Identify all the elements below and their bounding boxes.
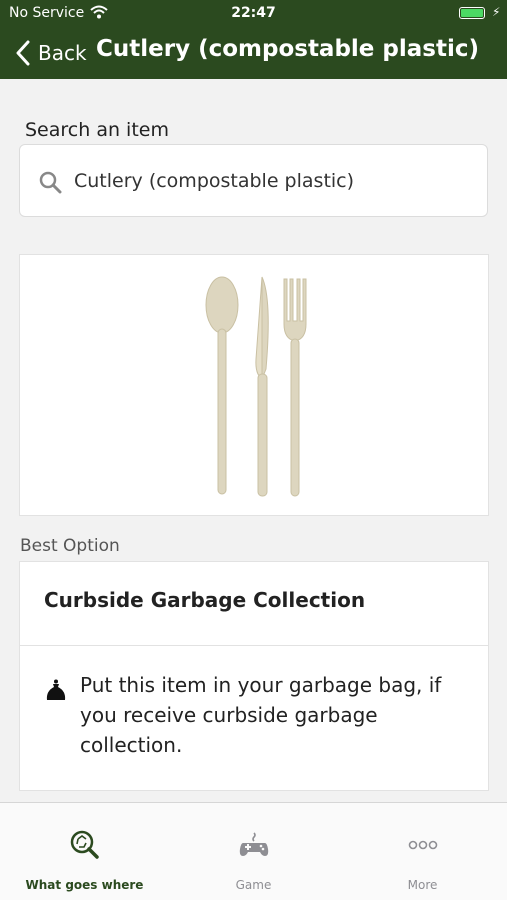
navigation-bar: Back Cutlery (compostable plastic) bbox=[0, 30, 507, 74]
search-input[interactable] bbox=[74, 163, 474, 199]
battery-icon bbox=[459, 7, 485, 19]
tab-bar: What goes where Game More bbox=[0, 802, 507, 900]
divider bbox=[20, 645, 488, 646]
option-title: Curbside Garbage Collection bbox=[44, 588, 366, 612]
option-description: Put this item in your garbage bag, if yo… bbox=[80, 673, 442, 757]
status-bar: No Service 22:47 ⚡ bbox=[0, 0, 507, 28]
best-option-label: Best Option bbox=[20, 536, 120, 556]
battery-fill bbox=[461, 9, 483, 17]
top-bar: No Service 22:47 ⚡ Back Cutlery (compost… bbox=[0, 0, 507, 79]
item-image-card bbox=[19, 254, 489, 516]
search-label: Search an item bbox=[25, 119, 169, 141]
gamepad-icon bbox=[239, 832, 268, 856]
chevron-left-icon bbox=[16, 40, 30, 66]
recycle-search-icon bbox=[70, 830, 99, 859]
back-label: Back bbox=[38, 41, 87, 65]
tab-what-goes-where[interactable]: What goes where bbox=[0, 803, 169, 900]
clock: 22:47 bbox=[231, 5, 276, 21]
back-button[interactable]: Back bbox=[14, 38, 87, 68]
cutlery-image bbox=[205, 276, 307, 497]
tab-label: What goes where bbox=[25, 878, 144, 892]
tab-more[interactable]: More bbox=[338, 803, 507, 900]
charging-icon: ⚡ bbox=[492, 5, 501, 19]
search-box[interactable] bbox=[19, 144, 488, 217]
main-content[interactable]: Search an item Best Option Curbside Garb… bbox=[0, 79, 507, 802]
garbage-bag-icon bbox=[46, 679, 66, 700]
best-option-card[interactable]: Curbside Garbage Collection Put this ite… bbox=[19, 561, 489, 791]
more-dots-icon bbox=[408, 840, 437, 850]
search-icon bbox=[39, 171, 62, 194]
tab-label: More bbox=[407, 878, 438, 892]
page-title: Cutlery (compostable plastic) bbox=[96, 36, 479, 62]
tab-label: Game bbox=[235, 878, 272, 892]
tab-game[interactable]: Game bbox=[169, 803, 338, 900]
